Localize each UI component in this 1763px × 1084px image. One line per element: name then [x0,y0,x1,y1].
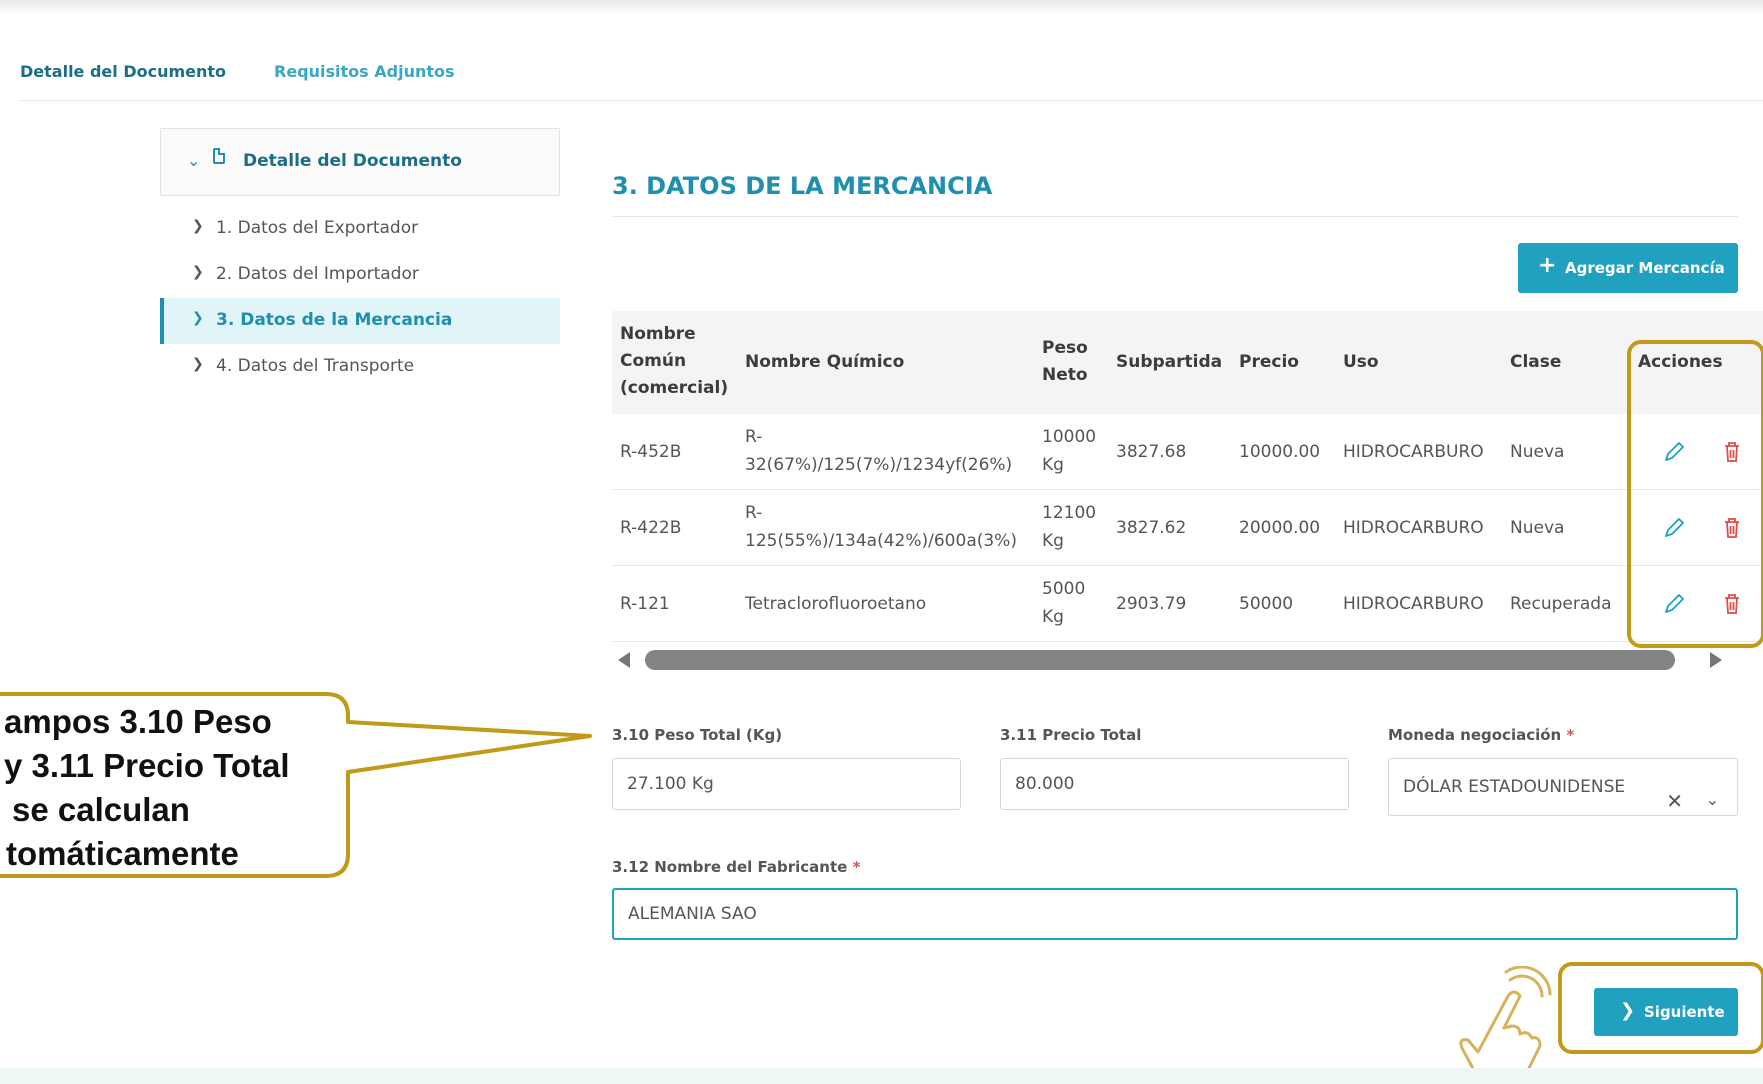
sidebar-item-label: 3. Datos de la Mercancia [216,310,453,330]
close-icon[interactable]: ✕ [1666,773,1683,829]
table-row: R-422B R- 125(55%)/134a(42%)/600a(3%) 121… [612,490,1763,566]
cell-clase: Recuperada [1510,594,1612,614]
chevron-right-icon: ❯ [192,218,204,234]
section-divider [612,216,1738,217]
sidebar-item-label: 1. Datos del Exportador [216,218,419,238]
top-edge [0,0,1763,14]
plus-icon: + [1538,253,1557,278]
cell-subpartida: 2903.79 [1116,594,1187,614]
moneda-select[interactable]: DÓLAR ESTADOUNIDENSE ✕ ⌄ [1388,758,1738,816]
peso-total-field[interactable]: 27.100 Kg [612,758,961,810]
scroll-right-arrow[interactable] [1710,652,1722,668]
add-mercancia-label: Agregar Mercancía [1565,259,1725,277]
fabricante-label: 3.12 Nombre del Fabricante * [612,858,861,876]
cell-precio: 10000.00 [1239,442,1321,462]
table-row: R-452B R- 32(67%)/125(7%)/1234yf(26%) 100… [612,414,1763,490]
tabs-divider [20,100,1763,101]
tree-header[interactable]: ⌄ Detalle del Documento [160,128,560,196]
section-title: 3. DATOS DE LA MERCANCIA [612,172,993,200]
cell-peso: 5000 Kg [1042,579,1086,627]
fabricante-field[interactable]: ALEMANIA SAO [612,888,1738,940]
sidebar-item-transporte[interactable]: ❯ 4. Datos del Transporte [160,344,560,390]
header-precio: Precio [1239,352,1299,372]
cell-uso: HIDROCARBURO [1343,442,1484,462]
add-mercancia-button[interactable]: + Agregar Mercancía [1518,243,1738,293]
chevron-right-icon: ❯ [192,264,204,280]
moneda-value: DÓLAR ESTADOUNIDENSE [1403,777,1626,797]
tree-header-label: Detalle del Documento [243,151,462,171]
chevron-down-icon[interactable]: ⌄ [1706,772,1719,828]
cell-precio: 20000.00 [1239,518,1321,538]
tab-requisitos-adjuntos[interactable]: Requisitos Adjuntos [274,62,455,81]
bottom-band [0,1068,1763,1084]
sidebar-item-mercancia[interactable]: ❯ 3. Datos de la Mercancia [160,298,560,344]
precio-total-field[interactable]: 80.000 [1000,758,1349,810]
cell-quimico: R- 32(67%)/125(7%)/1234yf(26%) [745,427,1013,475]
sidebar-item-label: 2. Datos del Importador [216,264,419,284]
cell-quimico: R- 125(55%)/134a(42%)/600a(3%) [745,503,1017,551]
header-nombre-comun: Nombre Común (comercial) [620,324,729,398]
cell-peso: 10000 Kg [1042,427,1097,475]
cell-uso: HIDROCARBURO [1343,518,1484,538]
cell-peso: 12100 Kg [1042,503,1097,551]
cell-clase: Nueva [1510,518,1565,538]
pointing-hand-icon [1459,966,1552,1082]
chevron-right-icon: ❯ [192,310,204,326]
horizontal-scrollbar-thumb[interactable] [645,650,1675,670]
callout-text: ampos 3.10 Peso y 3.11 Precio Total se c… [4,703,290,872]
header-peso-neto: Peso Neto [1042,338,1088,385]
peso-total-label: 3.10 Peso Total (Kg) [612,726,783,744]
cell-subpartida: 3827.68 [1116,442,1187,462]
scroll-left-arrow[interactable] [618,652,630,668]
cell-uso: HIDROCARBURO [1343,594,1484,614]
chevron-right-icon: ❯ [192,356,204,372]
cell-quimico: Tetraclorofluoroetano [745,594,927,614]
cell-nombre: R-422B [620,518,682,538]
sidebar-item-importador[interactable]: ❯ 2. Datos del Importador [160,252,560,298]
cell-precio: 50000 [1239,594,1294,614]
siguiente-highlight-box [1558,962,1763,1054]
table-row: R-121 Tetraclorofluoroetano 5000 Kg 2903.… [612,566,1763,642]
cell-subpartida: 3827.62 [1116,518,1187,538]
tab-detalle-documento[interactable]: Detalle del Documento [20,62,226,81]
moneda-label: Moneda negociación * [1388,726,1575,744]
document-icon [213,148,225,164]
cell-nombre: R-121 [620,594,670,614]
cell-nombre: R-452B [620,442,682,462]
header-nombre-quimico: Nombre Químico [745,352,905,372]
chevron-down-icon: ⌄ [187,151,201,170]
header-clase: Clase [1510,352,1562,372]
header-subpartida: Subpartida [1116,352,1223,372]
header-uso: Uso [1343,352,1379,372]
precio-total-label: 3.11 Precio Total [1000,726,1142,744]
table-header: Nombre Común (comercial) Nombre Químico … [612,311,1763,414]
cell-clase: Nueva [1510,442,1565,462]
acciones-highlight-box [1627,340,1763,648]
sidebar-item-label: 4. Datos del Transporte [216,356,415,376]
sidebar-item-exportador[interactable]: ❯ 1. Datos del Exportador [160,206,560,252]
